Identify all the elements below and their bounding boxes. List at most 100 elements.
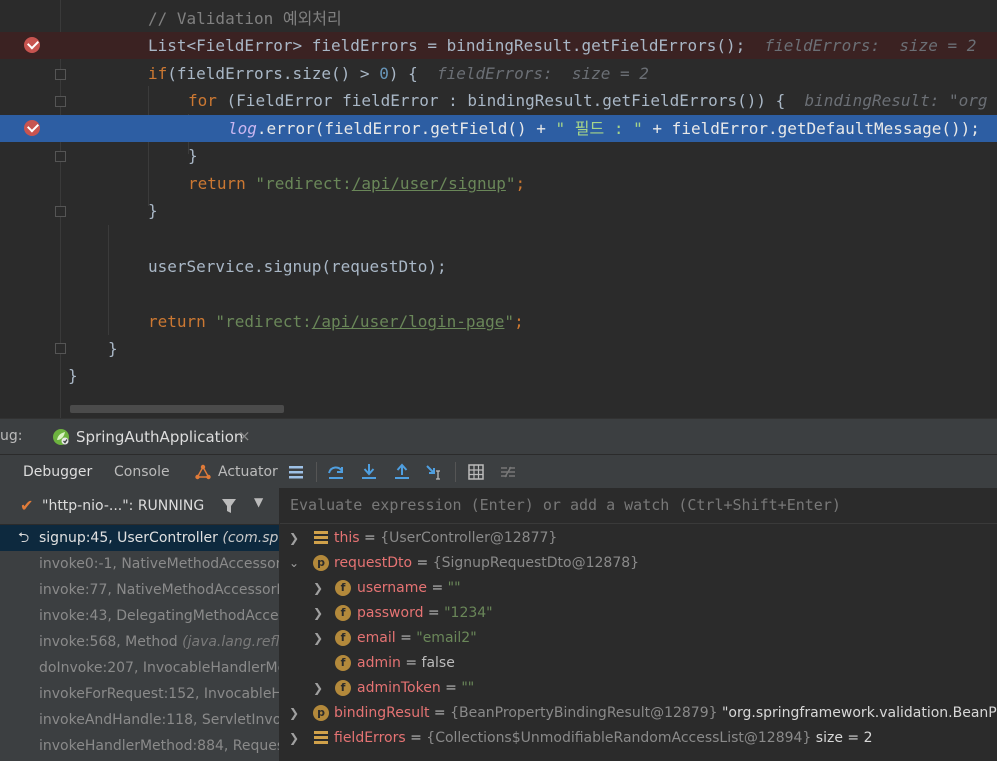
close-icon[interactable]: × bbox=[238, 427, 251, 445]
stack-frame[interactable]: invokeForRequest:152, InvocableHa bbox=[0, 681, 279, 707]
variable-row[interactable]: admin = false bbox=[357, 651, 455, 676]
equals-sign: = bbox=[427, 605, 440, 621]
chevron-right-icon[interactable]: ❯ bbox=[288, 726, 300, 751]
var-value: "1234" bbox=[444, 605, 493, 621]
variable-row[interactable]: this = {UserController@12877} bbox=[334, 526, 557, 551]
keyword: if bbox=[148, 64, 168, 83]
stack-frame[interactable]: invoke:568, Method (java.lang.reflec bbox=[0, 629, 279, 655]
equals-sign: = bbox=[445, 680, 457, 696]
var-value: {UserController@12877} bbox=[380, 530, 558, 546]
chevron-right-icon[interactable]: ❯ bbox=[312, 576, 324, 601]
variable-row[interactable]: password = "1234" bbox=[357, 601, 493, 626]
trace-stream-icon[interactable] bbox=[499, 463, 517, 481]
chevron-right-icon[interactable]: ❯ bbox=[312, 676, 324, 701]
breakpoint-icon[interactable] bbox=[24, 37, 40, 53]
equals-sign: = bbox=[433, 705, 446, 721]
variable-row[interactable]: adminToken = "" bbox=[357, 676, 474, 701]
code-line[interactable]: return "redirect:/api/user/login-page"; bbox=[0, 308, 997, 335]
horizontal-scrollbar[interactable] bbox=[70, 405, 284, 413]
step-into-icon[interactable] bbox=[360, 463, 378, 481]
evaluate-expression-icon[interactable] bbox=[467, 463, 485, 481]
code-line[interactable]: userService.signup(requestDto); bbox=[0, 253, 997, 280]
chevron-down-icon[interactable]: ▼ bbox=[254, 495, 263, 509]
variable-row[interactable]: requestDto = {SignupRequestDto@12878} bbox=[334, 551, 639, 576]
fold-marker-icon[interactable] bbox=[55, 69, 66, 80]
step-out-icon[interactable] bbox=[393, 463, 411, 481]
debug-tool-window-header: ug: SpringAuthApplication × bbox=[0, 418, 997, 458]
run-config-name: SpringAuthApplication bbox=[76, 428, 244, 446]
variable-row[interactable]: fieldErrors = {Collections$UnmodifiableR… bbox=[334, 726, 872, 751]
frame-method: signup:45, UserController bbox=[39, 530, 218, 546]
var-value: "email2" bbox=[416, 630, 477, 646]
var-name: fieldErrors bbox=[334, 730, 406, 746]
semicolon: ; bbox=[515, 174, 526, 193]
code-line[interactable]: return "redirect:/api/user/signup"; bbox=[0, 170, 997, 197]
tab-actuator[interactable]: Actuator bbox=[190, 455, 280, 489]
stack-frame[interactable]: invokeHandlerMethod:884, Request bbox=[0, 733, 279, 759]
chevron-right-icon[interactable]: ❯ bbox=[312, 626, 324, 651]
chevron-right-icon[interactable]: ❯ bbox=[288, 701, 300, 726]
frame-method: doInvoke:207, InvocableHandlerMe bbox=[39, 660, 279, 676]
equals-sign: = bbox=[405, 655, 418, 671]
var-name: requestDto bbox=[334, 555, 413, 571]
breakpoint-icon[interactable] bbox=[24, 120, 40, 136]
step-over-icon[interactable] bbox=[327, 463, 345, 481]
tab-label: Debugger bbox=[23, 464, 93, 480]
filter-icon[interactable] bbox=[220, 497, 238, 515]
url-link[interactable]: /api/user/login-page bbox=[312, 312, 505, 331]
code-line-breakpoint[interactable]: List<FieldError> fieldErrors = bindingRe… bbox=[0, 32, 997, 59]
tab-console[interactable]: Console bbox=[100, 455, 180, 489]
fold-marker-icon[interactable] bbox=[55, 343, 66, 354]
stack-frame[interactable]: invoke:77, NativeMethodAccessorIm bbox=[0, 577, 279, 603]
code-line[interactable]: for (FieldError fieldError : bindingResu… bbox=[0, 87, 997, 114]
code-line[interactable]: } bbox=[0, 362, 997, 389]
var-name: email bbox=[357, 630, 396, 646]
chevron-right-icon[interactable]: ❯ bbox=[288, 526, 300, 551]
code-line[interactable]: } bbox=[0, 197, 997, 224]
code-line[interactable]: if(fieldErrors.size() > 0) { fieldErrors… bbox=[0, 60, 997, 87]
code-editor[interactable]: // Validation 예외처리 List<FieldError> fiel… bbox=[0, 0, 997, 418]
frame-method: invokeForRequest:152, InvocableHa bbox=[39, 686, 279, 702]
fold-marker-icon[interactable] bbox=[55, 151, 66, 162]
stack-frame[interactable]: doInvoke:207, InvocableHandlerMe bbox=[0, 655, 279, 681]
tab-debugger[interactable]: Debugger bbox=[8, 455, 98, 492]
run-config-tab[interactable]: SpringAuthApplication × bbox=[36, 419, 256, 458]
parameter-icon: p bbox=[313, 555, 329, 571]
watch-input[interactable]: Evaluate expression (Enter) or add a wat… bbox=[280, 488, 997, 524]
equals-sign: = bbox=[431, 580, 444, 596]
variable-row[interactable]: email = "email2" bbox=[357, 626, 477, 651]
string-literal: " bbox=[504, 312, 515, 331]
code-line[interactable]: // Validation 예외처리 bbox=[0, 5, 997, 32]
thread-selector[interactable]: ✔ "http-nio-...": RUNNING ▼ bbox=[0, 488, 279, 525]
url-link[interactable]: /api/user/signup bbox=[352, 174, 506, 193]
frames-panel: ✔ "http-nio-...": RUNNING ▼ ⮌ signup:45,… bbox=[0, 488, 280, 761]
code-text: (FieldError fieldError : bindingResult.g… bbox=[216, 91, 786, 110]
toolbar-separator bbox=[455, 462, 456, 482]
parameter-icon: p bbox=[313, 705, 329, 721]
fold-marker-icon[interactable] bbox=[55, 206, 66, 217]
chevron-right-icon[interactable]: ❯ bbox=[312, 601, 324, 626]
fold-marker-icon[interactable] bbox=[55, 96, 66, 107]
chevron-down-icon[interactable]: ⌄ bbox=[288, 551, 300, 576]
var-size: size = 2 bbox=[815, 730, 873, 746]
variable-row[interactable]: username = "" bbox=[357, 576, 461, 601]
keyword: return bbox=[188, 174, 246, 193]
run-to-cursor-icon[interactable] bbox=[425, 463, 443, 481]
variable-row[interactable]: bindingResult = {BeanPropertyBindingResu… bbox=[334, 701, 997, 726]
equals-sign: = bbox=[410, 730, 422, 746]
log-field: log bbox=[228, 119, 257, 138]
stack-frame[interactable]: invoke0:-1, NativeMethodAccessorIm bbox=[0, 551, 279, 577]
stack-frame[interactable]: ⮌ signup:45, UserController (com.spar bbox=[0, 525, 279, 551]
var-name: admin bbox=[357, 655, 401, 671]
code-line[interactable]: } bbox=[0, 142, 997, 169]
stack-frame[interactable]: invokeAndHandle:118, ServletInvoca bbox=[0, 707, 279, 733]
field-icon: f bbox=[335, 680, 351, 696]
frame-package: (java.lang.reflec bbox=[182, 634, 279, 650]
inline-debug-hint: fieldErrors: size = 2 bbox=[764, 36, 977, 55]
code-line[interactable]: } bbox=[0, 335, 997, 362]
code-text: } bbox=[188, 146, 198, 165]
stack-frame[interactable]: invoke:43, DelegatingMethodAcces bbox=[0, 603, 279, 629]
current-execution-line[interactable]: log.error(fieldError.getField() + " 필드 :… bbox=[0, 115, 997, 142]
frame-method: invoke0:-1, NativeMethodAccessorIm bbox=[39, 556, 279, 572]
layout-menu-icon[interactable] bbox=[287, 463, 305, 481]
